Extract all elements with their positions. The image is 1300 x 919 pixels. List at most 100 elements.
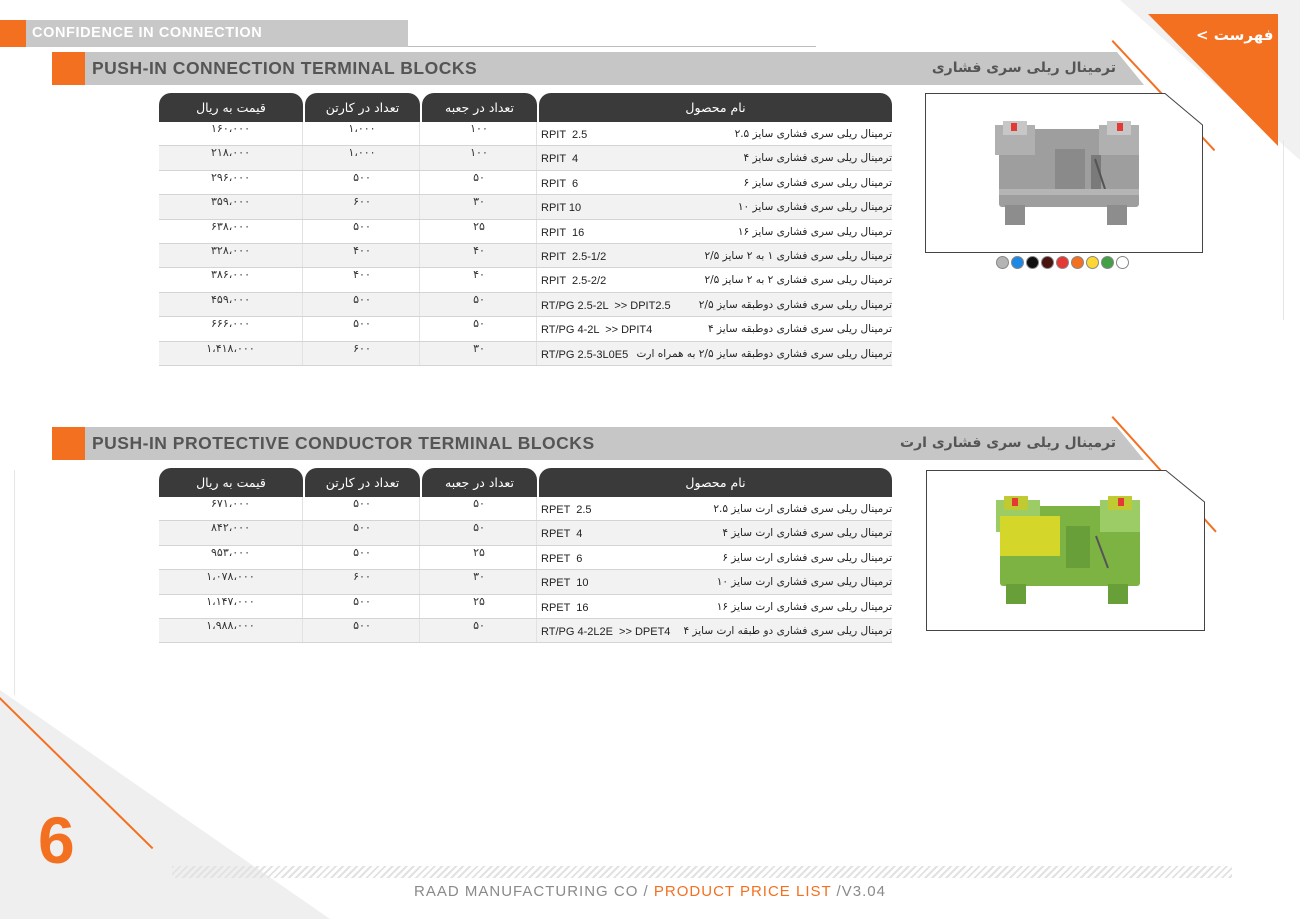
cell-qty-box: ۳۰ <box>422 570 537 594</box>
color-swatch <box>1071 256 1084 269</box>
table-row: ۶۶۶،۰۰۰ ۵۰۰ ۵۰ RT/PG 4-2L >> DPIT4 ترمینال ر… <box>159 317 892 342</box>
cell-price: ۳۸۶،۰۰۰ <box>159 268 303 292</box>
cell-product-code: RT/PG 4-2L >> DPIT4 <box>541 324 653 337</box>
color-swatch <box>1026 256 1039 269</box>
cell-price: ۹۵۳،۰۰۰ <box>159 545 303 570</box>
footer-doc-title: PRODUCT PRICE LIST <box>653 883 832 900</box>
table-row: ۱،۰۷۸،۰۰۰ ۶۰۰ ۳۰ RPET 10 ترمینال ریلی سری فش… <box>159 570 892 595</box>
cell-price: ۸۴۲،۰۰۰ <box>159 521 303 545</box>
cell-price: ۱۶۰،۰۰۰ <box>159 122 303 146</box>
table-row: ۲۹۶،۰۰۰ ۵۰۰ ۵۰ RPIT 6 ترمینال ریلی سری فشاری… <box>159 170 892 196</box>
color-options <box>996 256 1129 269</box>
table-header-row: قیمت به ریال تعداد در کارتن تعداد در جعب… <box>159 468 892 497</box>
footer-text: RAAD MANUFACTURING CO / PRODUCT PRICE LI… <box>0 883 1300 900</box>
cell-price: ۳۲۸،۰۰۰ <box>159 243 303 268</box>
product-image-terminal-gray <box>925 93 1203 253</box>
cell-qty-carton: ۵۰۰ <box>305 594 420 618</box>
cell-qty-carton: ۵۰۰ <box>305 317 420 341</box>
color-swatch <box>1086 256 1099 269</box>
color-swatch <box>1011 256 1024 269</box>
header-qty-carton: تعداد در کارتن <box>305 93 420 122</box>
cell-product-code: RPET 4 <box>541 528 583 541</box>
side-rule <box>14 470 15 695</box>
color-swatch <box>1041 256 1054 269</box>
cell-product-name: ترمینال ریلی سری فشاری ارت سایز ۱۶ <box>716 600 892 613</box>
cell-price: ۲۹۶،۰۰۰ <box>159 170 303 195</box>
header-tagline: CONFIDENCE IN CONNECTION <box>26 20 408 47</box>
header-product-name: نام محصول <box>539 93 892 122</box>
section-title-en: PUSH-IN PROTECTIVE CONDUCTOR TERMINAL BL… <box>92 433 595 453</box>
section-title-en: PUSH-IN CONNECTION TERMINAL BLOCKS <box>92 58 478 78</box>
cell-product-code: RPIT 4 <box>541 153 579 166</box>
cell-qty-carton: ۴۰۰ <box>305 243 420 268</box>
product-image-frame <box>925 93 1203 253</box>
cell-qty-box: ۳۰ <box>422 195 537 219</box>
table-row: ۱،۹۸۸،۰۰۰ ۵۰۰ ۵۰ RT/PG 4-2L2E >> DPET4 ترمین… <box>159 618 892 644</box>
table-row: ۸۴۲،۰۰۰ ۵۰۰ ۵۰ RPET 4 ترمینال ریلی سری فشاری… <box>159 521 892 546</box>
cell-product-code: RPIT 16 <box>541 226 585 239</box>
header-qty-box: تعداد در جعبه <box>422 93 537 122</box>
page-number: 6 <box>38 803 75 877</box>
cell-qty-box: ۲۵ <box>422 219 537 243</box>
cell-qty-box: ۵۰ <box>422 521 537 545</box>
cell-qty-box: ۲۵ <box>422 545 537 570</box>
cell-product-code: RPET 2.5 <box>541 504 592 516</box>
cell-price: ۲۱۸،۰۰۰ <box>159 146 303 170</box>
cell-price: ۱،۱۴۷،۰۰۰ <box>159 594 303 618</box>
header-accent-square <box>0 20 26 47</box>
table-row: ۱،۱۴۷،۰۰۰ ۵۰۰ ۲۵ RPET 16 ترمینال ریلی سری فش… <box>159 594 892 619</box>
cell-qty-carton: ۵۰۰ <box>305 497 420 521</box>
cell-product-code: RPET 6 <box>541 552 583 565</box>
header-qty-box: تعداد در جعبه <box>422 468 537 497</box>
cell-qty-box: ۱۰۰ <box>422 146 537 170</box>
color-swatch <box>1116 256 1129 269</box>
cell-product-name: ترمینال ریلی سری فشاری ارت سایز ۱۰ <box>716 576 892 589</box>
table-row: ۶۳۸،۰۰۰ ۵۰۰ ۲۵ RPIT 16 ترمینال ریلی سری فشار… <box>159 219 892 244</box>
cell-price: ۶۶۶،۰۰۰ <box>159 317 303 341</box>
cell-product-name: ترمینال ریلی سری فشاری دوطبقه سایز ۲/۵ <box>698 298 892 311</box>
price-table-protective: قیمت به ریال تعداد در کارتن تعداد در جعب… <box>159 468 892 644</box>
color-swatch <box>1056 256 1069 269</box>
color-swatch <box>996 256 1009 269</box>
header-rule <box>408 46 816 47</box>
product-image-terminal-green-yellow <box>926 470 1205 631</box>
cell-product-code: RPET 10 <box>541 577 589 590</box>
cell-qty-box: ۵۰ <box>422 170 537 195</box>
header-price: قیمت به ریال <box>159 93 303 122</box>
cell-product-name: ترمینال ریلی سری فشاری دوطبقه سایز ۴ <box>707 323 892 336</box>
cell-product-name: ترمینال ریلی سری فشاری دو طبقه ارت سایز … <box>683 624 892 637</box>
section-accent-square <box>52 427 85 460</box>
cell-product-code: RPIT 2.5-1/2 <box>541 250 607 263</box>
table-row: ۴۵۹،۰۰۰ ۵۰۰ ۵۰ RT/PG 2.5-2L >> DPIT2.5 ترمین… <box>159 292 892 318</box>
table-header-row: قیمت به ریال تعداد در کارتن تعداد در جعب… <box>159 93 892 122</box>
table-row: ۳۸۶،۰۰۰ ۴۰۰ ۴۰ RPIT 2.5-2/2 ترمینال ریلی سری… <box>159 268 892 293</box>
menu-link[interactable]: < فهرست <box>1196 26 1276 44</box>
cell-product-code: RPIT 2.5-2/2 <box>541 275 607 288</box>
cell-qty-box: ۵۰ <box>422 618 537 643</box>
cell-qty-carton: ۵۰۰ <box>305 219 420 243</box>
cell-product-name: ترمینال ریلی سری فشاری ۱ به ۲ سایز ۲/۵ <box>704 249 893 262</box>
cell-qty-carton: ۴۰۰ <box>305 268 420 292</box>
cell-product-name: ترمینال ریلی سری فشاری سایز ۱۰ <box>737 201 892 214</box>
cell-product-name: ترمینال ریلی سری فشاری سایز ۶ <box>743 176 892 189</box>
section-header-protective: PUSH-IN PROTECTIVE CONDUCTOR TERMINAL BL… <box>52 427 1144 460</box>
cell-product-name: ترمینال ریلی سری فشاری ارت سایز ۴ <box>722 527 892 540</box>
cell-qty-carton: ۵۰۰ <box>305 618 420 643</box>
cell-product-name: ترمینال ریلی سری فشاری ارت سایز ۶ <box>722 551 892 564</box>
cell-price: ۳۵۹،۰۰۰ <box>159 195 303 219</box>
footer-version: /V3.04 <box>831 883 886 900</box>
cell-qty-carton: ۵۰۰ <box>305 292 420 317</box>
table-row: ۱۶۰،۰۰۰ ۱،۰۰۰ ۱۰۰ RPIT 2.5 ترمینال ریلی سری … <box>159 122 892 147</box>
cell-product-code: RT/PG 4-2L2E >> DPET4 <box>541 625 671 638</box>
cell-product-name: ترمینال ریلی سری فشاری سایز ۱۶ <box>737 225 892 238</box>
cell-qty-box: ۵۰ <box>422 497 537 521</box>
section-title-fa: ترمینال ریلی سری فشاری ارت <box>900 435 1116 451</box>
cell-qty-box: ۱۰۰ <box>422 122 537 146</box>
cell-qty-box: ۵۰ <box>422 292 537 317</box>
footer-company: RAAD MANUFACTURING CO / <box>414 883 654 900</box>
table-row: ۲۱۸،۰۰۰ ۱،۰۰۰ ۱۰۰ RPIT 4 ترمینال ریلی سری فش… <box>159 146 892 171</box>
cell-product-code: RPIT 2.5 <box>541 129 588 141</box>
cell-product-code: RPIT 6 <box>541 177 579 190</box>
cell-qty-carton: ۵۰۰ <box>305 545 420 570</box>
header-product-name: نام محصول <box>539 468 892 497</box>
